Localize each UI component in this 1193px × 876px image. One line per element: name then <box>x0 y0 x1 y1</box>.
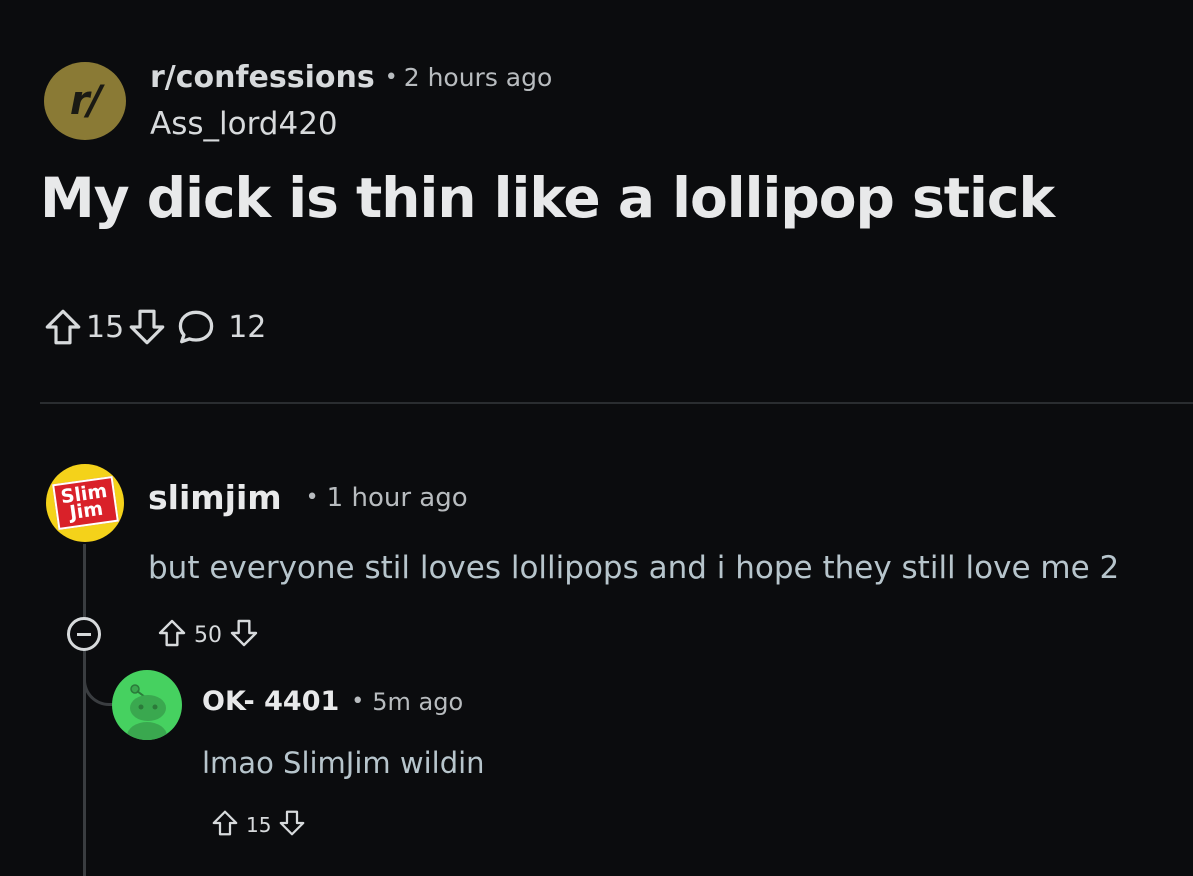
post-comment-count[interactable]: 12 <box>228 310 266 345</box>
slimjim-logo: Slim Jim <box>51 476 119 530</box>
meta-separator: • <box>305 485 319 510</box>
comment-action-bar: 50 <box>156 617 260 653</box>
reply-timestamp: 5m ago <box>372 687 464 716</box>
post-vote-count: 15 <box>86 309 125 345</box>
comment-bubble-icon[interactable] <box>174 305 218 349</box>
comment-timestamp: 1 hour ago <box>326 482 468 513</box>
downvote-arrow-icon[interactable] <box>126 306 168 348</box>
post-meta-line: r/confessions • 2 hours ago <box>150 60 552 95</box>
subreddit-avatar[interactable]: r/ <box>44 62 126 140</box>
meta-separator: • <box>351 689 365 714</box>
slimjim-avatar[interactable]: Slim Jim <box>46 464 124 542</box>
comment-thread-line[interactable] <box>83 544 86 876</box>
subreddit-link[interactable]: r/confessions <box>150 60 375 95</box>
downvote-arrow-icon[interactable] <box>228 617 260 653</box>
reply-body: lmao SlimJim wildin <box>202 746 485 780</box>
reply-header: OK- 4401 • 5m ago <box>202 686 463 717</box>
snoo-avatar[interactable] <box>112 670 182 740</box>
downvote-arrow-icon[interactable] <box>277 808 307 842</box>
upvote-arrow-icon[interactable] <box>156 617 188 653</box>
reply-vote-count: 15 <box>246 813 272 837</box>
post-title[interactable]: My dick is thin like a lollipop stick <box>40 166 1055 230</box>
section-divider <box>40 402 1193 404</box>
collapse-minus-icon[interactable] <box>67 617 101 651</box>
comment-body: but everyone stil loves lollipops and i … <box>148 550 1120 586</box>
reply-action-bar: 15 <box>210 808 307 842</box>
post-timestamp: 2 hours ago <box>403 63 553 92</box>
post-author-link[interactable]: Ass_lord420 <box>150 106 338 142</box>
upvote-arrow-icon[interactable] <box>42 306 84 348</box>
comment-vote-count: 50 <box>194 622 222 648</box>
comment-username[interactable]: slimjim <box>148 478 282 517</box>
meta-separator: • <box>384 65 398 90</box>
comment-header: slimjim • 1 hour ago <box>148 478 468 517</box>
reply-username[interactable]: OK- 4401 <box>202 686 339 717</box>
snoo-icon <box>127 684 167 740</box>
reddit-post-page: r/ r/confessions • 2 hours ago Ass_lord4… <box>0 0 1193 876</box>
subreddit-avatar-text: r/ <box>69 78 102 124</box>
upvote-arrow-icon[interactable] <box>210 808 240 842</box>
post-action-bar: 15 12 <box>42 305 268 349</box>
